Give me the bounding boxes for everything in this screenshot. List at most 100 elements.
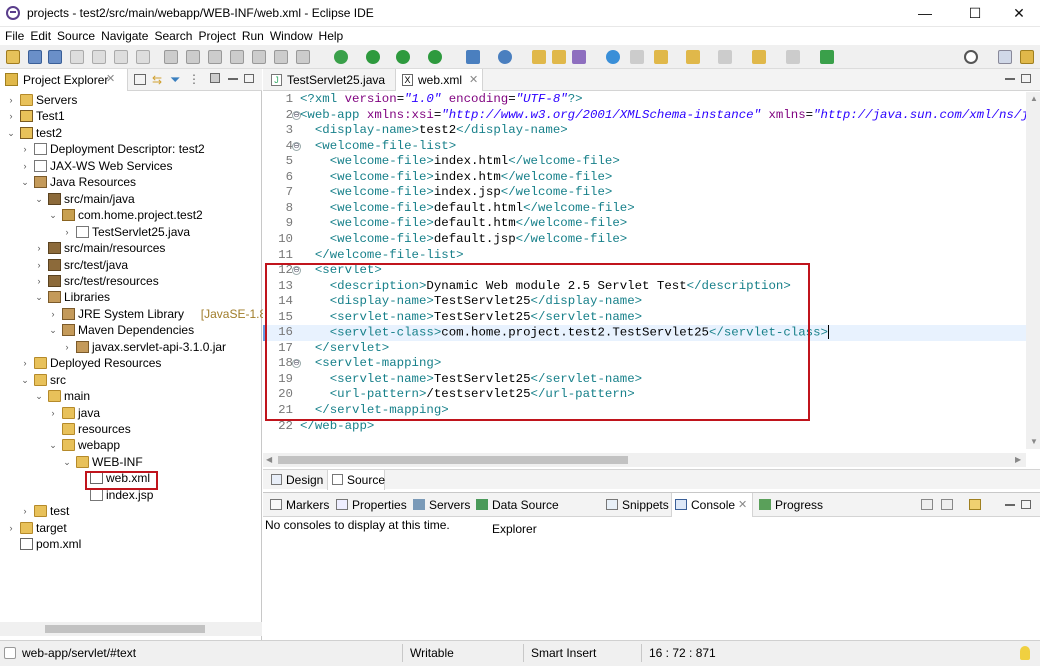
scroll-thumb[interactable] [278, 456, 628, 464]
code-line[interactable]: 6 <welcome-file>index.htm</welcome-file> [263, 170, 1040, 186]
expanded-arrow-icon[interactable]: ⌄ [6, 125, 16, 141]
stop-icon[interactable] [210, 73, 220, 83]
collapsed-arrow-icon[interactable]: › [6, 92, 16, 108]
filter-icon[interactable]: ⏷ [170, 72, 180, 88]
last-edit-icon[interactable] [718, 50, 732, 64]
expanded-arrow-icon[interactable]: ⌄ [20, 372, 30, 388]
open-console-icon[interactable] [969, 499, 981, 510]
expanded-arrow-icon[interactable]: ⌄ [20, 174, 30, 190]
save-icon[interactable] [28, 50, 42, 64]
explorer-horizontal-scrollbar[interactable] [0, 622, 262, 636]
expanded-arrow-icon[interactable]: ⌄ [34, 388, 44, 404]
link-editor-icon[interactable]: ⇆ [152, 73, 162, 87]
close-tab-icon[interactable]: ✕ [469, 69, 478, 91]
search-icon[interactable] [964, 50, 978, 64]
maximize-console-icon[interactable] [1021, 500, 1031, 509]
menu-source[interactable]: Source [57, 27, 95, 45]
collapsed-arrow-icon[interactable]: › [48, 306, 58, 322]
scroll-down-icon[interactable]: ▼ [1030, 437, 1038, 446]
menu-file[interactable]: File [5, 27, 24, 45]
close-tab-icon[interactable]: ✕ [106, 72, 115, 85]
code-line[interactable]: 7 <welcome-file>index.jsp</welcome-file> [263, 185, 1040, 201]
tab-design[interactable]: Design [267, 470, 327, 490]
tab-progress[interactable]: Progress [756, 493, 826, 517]
terminate-icon[interactable] [230, 50, 244, 64]
skip-breakpoints-icon[interactable] [164, 50, 178, 64]
close-tab-icon[interactable]: ✕ [738, 493, 747, 517]
tab-source[interactable]: Source [327, 470, 385, 490]
collapsed-arrow-icon[interactable]: › [48, 405, 58, 421]
maximize-view-icon[interactable] [244, 74, 254, 83]
code-line[interactable]: 5 <welcome-file>index.html</welcome-file… [263, 154, 1040, 170]
tab-web-xml[interactable]: X web.xml ✕ [395, 69, 483, 91]
expanded-arrow-icon[interactable]: ⌄ [48, 207, 58, 223]
close-button[interactable]: ✕ [996, 0, 1040, 27]
collapsed-arrow-icon[interactable]: › [62, 224, 72, 240]
collapsed-arrow-icon[interactable]: › [6, 520, 16, 536]
minimize-view-icon[interactable] [228, 78, 238, 80]
tab-properties[interactable]: Properties [333, 493, 407, 517]
scroll-right-icon[interactable]: ▶ [1015, 455, 1021, 464]
tab-data-source-explorer[interactable]: Data Source Explorer [473, 493, 601, 536]
editor-vertical-scrollbar[interactable]: ▲ ▼ [1026, 92, 1040, 449]
save-all-icon[interactable] [48, 50, 62, 64]
collapsed-arrow-icon[interactable]: › [20, 158, 30, 174]
new-class-icon[interactable] [498, 50, 512, 64]
suspend-icon[interactable] [208, 50, 222, 64]
minimize-button[interactable]: — [902, 0, 948, 27]
globe-icon[interactable] [606, 50, 620, 64]
collapsed-arrow-icon[interactable]: › [34, 257, 44, 273]
run-icon[interactable] [366, 50, 380, 64]
scroll-thumb[interactable] [45, 625, 205, 633]
forward-icon[interactable] [786, 50, 800, 64]
maximize-button[interactable]: ☐ [952, 0, 998, 27]
expanded-arrow-icon[interactable]: ⌄ [48, 322, 58, 338]
annotation-icon[interactable] [630, 50, 644, 64]
tab-servers[interactable]: Servers [410, 493, 470, 517]
collapsed-arrow-icon[interactable]: › [20, 355, 30, 371]
minimize-console-icon[interactable] [1005, 504, 1015, 506]
maximize-editor-icon[interactable] [1021, 74, 1031, 83]
code-line[interactable]: 9 <welcome-file>default.htm</welcome-fil… [263, 216, 1040, 232]
new-icon[interactable] [6, 50, 20, 64]
editor-horizontal-scrollbar[interactable]: ◀ ▶ [263, 453, 1026, 467]
expanded-arrow-icon[interactable]: ⌄ [62, 454, 72, 470]
debug-icon[interactable] [334, 50, 348, 64]
code-line[interactable]: 8 <welcome-file>default.html</welcome-fi… [263, 201, 1040, 217]
collapse-all-icon[interactable] [134, 74, 146, 85]
collapsed-arrow-icon[interactable]: › [34, 240, 44, 256]
step-over-icon[interactable] [274, 50, 288, 64]
code-line[interactable]: 2 ⊖ <web-app xmlns:xsi="http://www.w3.org/… [263, 108, 1040, 124]
tab-markers[interactable]: Markers [267, 493, 331, 517]
copy-icon[interactable] [114, 50, 128, 64]
next-annotation-icon[interactable] [654, 50, 668, 64]
scroll-left-icon[interactable]: ◀ [266, 455, 272, 464]
step-return-icon[interactable] [296, 50, 310, 64]
collapsed-arrow-icon[interactable]: › [20, 141, 30, 157]
new-java-project-icon[interactable] [466, 50, 480, 64]
scroll-up-icon[interactable]: ▲ [1030, 94, 1038, 103]
minimize-editor-icon[interactable] [1005, 78, 1015, 80]
search-toolbar-icon[interactable] [572, 50, 586, 64]
paste-icon[interactable] [136, 50, 150, 64]
expanded-arrow-icon[interactable]: ⌄ [34, 191, 44, 207]
menu-edit[interactable]: Edit [30, 27, 51, 45]
menu-search[interactable]: Search [154, 27, 192, 45]
collapsed-arrow-icon[interactable]: › [6, 108, 16, 124]
pin-editor-icon[interactable] [820, 50, 834, 64]
code-line[interactable]: 3 <display-name>test2</display-name> [263, 123, 1040, 139]
tab-testservlet25-java[interactable]: J TestServlet25.java [265, 69, 393, 91]
print-icon[interactable] [70, 50, 84, 64]
menu-project[interactable]: Project [198, 27, 235, 45]
expanded-arrow-icon[interactable]: ⌄ [48, 437, 58, 453]
open-resource-icon[interactable] [552, 50, 566, 64]
collapsed-arrow-icon[interactable]: › [34, 273, 44, 289]
expanded-arrow-icon[interactable]: ⌄ [34, 289, 44, 305]
tab-snippets[interactable]: Snippets [603, 493, 669, 517]
cut-icon[interactable] [92, 50, 106, 64]
tab-project-explorer[interactable]: Project Explorer ✕ [0, 69, 128, 91]
back-icon[interactable] [752, 50, 766, 64]
collapsed-arrow-icon[interactable]: › [62, 339, 72, 355]
view-menu-icon[interactable]: ⋮ [188, 72, 200, 86]
menu-window[interactable]: Window [270, 27, 313, 45]
